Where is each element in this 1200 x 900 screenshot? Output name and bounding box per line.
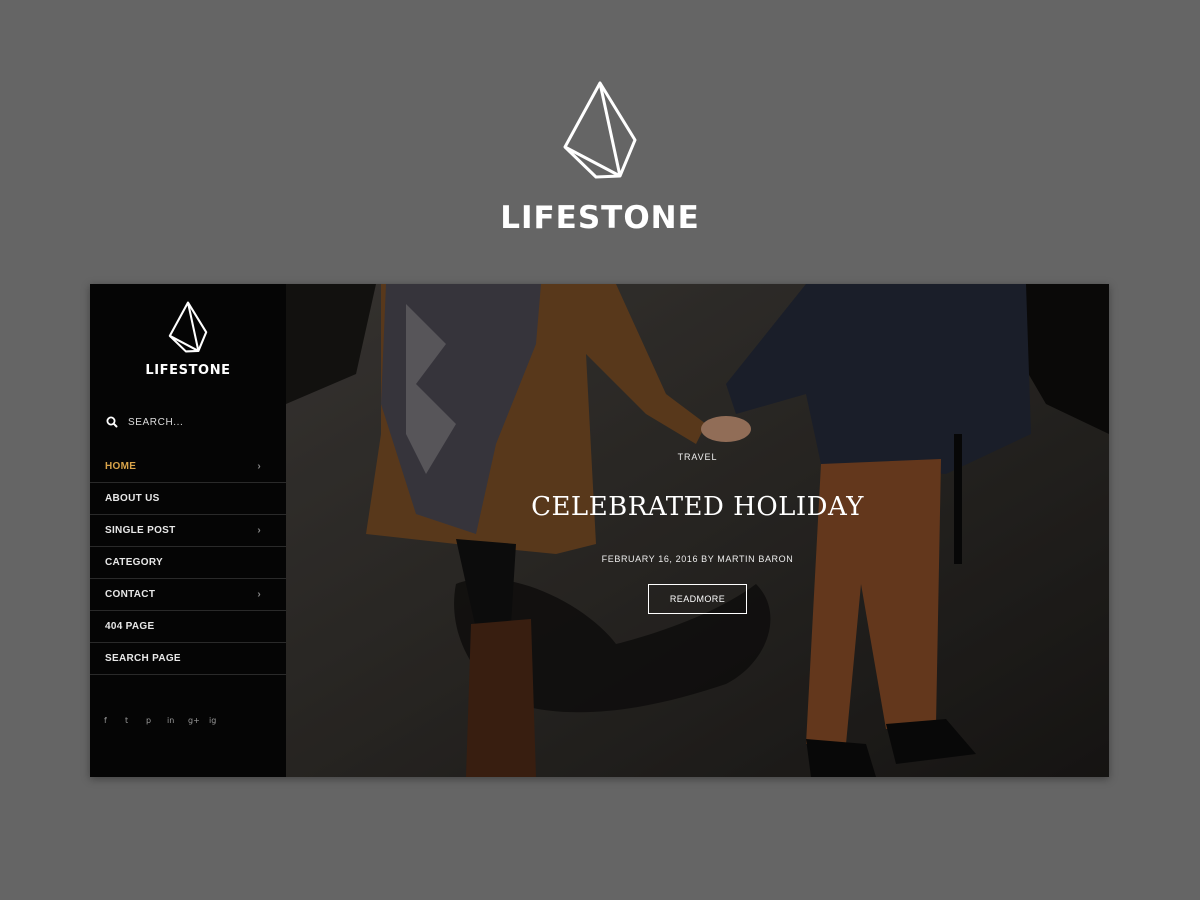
chevron-right-icon: › <box>257 589 261 600</box>
nav-item-search-page[interactable]: SEARCH PAGE <box>90 643 286 675</box>
social-links: f t p in g+ ig <box>104 716 230 725</box>
post-meta: FEBRUARY 16, 2016 BY MARTIN BARON <box>601 554 794 564</box>
nav-item-contact[interactable]: CONTACT › <box>90 579 286 611</box>
instagram-icon[interactable]: ig <box>209 716 230 725</box>
crystal-stone-icon <box>168 301 208 353</box>
google-plus-icon[interactable]: g+ <box>188 716 209 725</box>
main-nav: HOME › ABOUT US SINGLE POST › CATEGORY CONTACT… <box>90 451 286 675</box>
search-icon[interactable] <box>105 415 119 429</box>
sidebar: LIFESTONE HOME › ABOUT US SINGLE POST › CATEG… <box>90 284 286 777</box>
crystal-stone-icon <box>563 81 637 179</box>
sidebar-brand-name: LIFESTONE <box>145 363 231 378</box>
site-preview: LIFESTONE HOME › ABOUT US SINGLE POST › CATEG… <box>90 284 1109 777</box>
nav-item-label: SINGLE POST <box>105 525 176 536</box>
brand-wordmark: LIFESTONE <box>500 200 700 236</box>
brand-header: LIFESTONE <box>0 80 1200 236</box>
chevron-right-icon: › <box>257 525 261 536</box>
search-input[interactable] <box>128 416 268 428</box>
twitter-icon[interactable]: t <box>125 716 146 725</box>
post-title[interactable]: CELEBRATED HOLIDAY <box>286 492 1109 522</box>
nav-item-single-post[interactable]: SINGLE POST › <box>90 515 286 547</box>
nav-item-label: CATEGORY <box>105 557 163 568</box>
readmore-button[interactable]: READMORE <box>648 584 747 614</box>
search-bar <box>105 414 275 430</box>
nav-item-home[interactable]: HOME › <box>90 451 286 483</box>
chevron-right-icon: › <box>257 461 261 472</box>
nav-item-label: CONTACT <box>105 589 156 600</box>
nav-item-about-us[interactable]: ABOUT US <box>90 483 286 515</box>
sidebar-logo[interactable]: LIFESTONE <box>90 301 286 378</box>
post-category[interactable]: TRAVEL <box>286 452 1109 462</box>
facebook-icon[interactable]: f <box>104 716 125 725</box>
hero-content: TRAVEL CELEBRATED HOLIDAY FEBRUARY 16, 2… <box>286 284 1109 777</box>
nav-item-category[interactable]: CATEGORY <box>90 547 286 579</box>
nav-item-label: HOME <box>105 461 137 472</box>
nav-item-404-page[interactable]: 404 PAGE <box>90 611 286 643</box>
nav-item-label: ABOUT US <box>105 493 160 504</box>
linkedin-icon[interactable]: in <box>167 716 188 725</box>
hero-banner: TRAVEL CELEBRATED HOLIDAY FEBRUARY 16, 2… <box>286 284 1109 777</box>
nav-item-label: SEARCH PAGE <box>105 653 181 664</box>
pinterest-icon[interactable]: p <box>146 716 167 725</box>
nav-item-label: 404 PAGE <box>105 621 155 632</box>
